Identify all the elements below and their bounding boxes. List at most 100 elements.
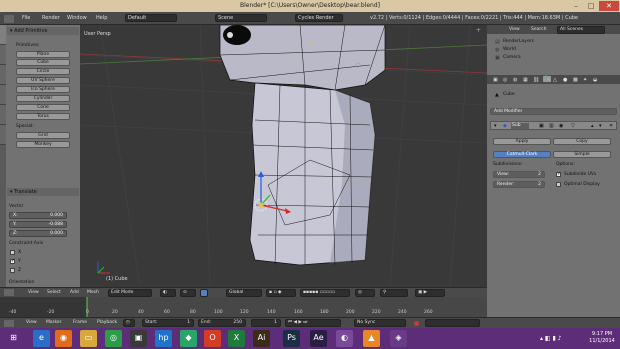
- move-up-icon[interactable]: ▴: [591, 123, 594, 129]
- view3d-menu-view[interactable]: View: [28, 290, 39, 295]
- system-clock[interactable]: 9:17 PM 11/1/2014: [587, 331, 617, 345]
- add-ico-sphere-button[interactable]: Ico Sphere: [16, 86, 70, 93]
- preview-range-toggle[interactable]: ◷: [123, 319, 135, 327]
- shading-select[interactable]: ◐: [160, 289, 176, 297]
- hp-icon[interactable]: hp: [155, 330, 172, 347]
- tab-physics[interactable]: [0, 105, 6, 125]
- add-circle-button[interactable]: Circle: [16, 68, 70, 75]
- constraint-y-checkbox[interactable]: ✓: [10, 258, 15, 264]
- texture-tab-icon[interactable]: ▩: [573, 77, 578, 83]
- modifier-expand-icon[interactable]: ▾: [494, 123, 497, 129]
- maximize-button[interactable]: □: [584, 1, 598, 11]
- start-icon[interactable]: ⊞: [5, 330, 22, 347]
- add-uv-sphere-button[interactable]: UV Sphere: [16, 77, 70, 84]
- outliner-item-world[interactable]: World: [503, 47, 516, 52]
- add-torus-button[interactable]: Torus: [16, 113, 70, 120]
- tray-icons[interactable]: ▴ ◧ ▮ ♪: [540, 335, 562, 342]
- illustrator-icon[interactable]: Ai: [253, 330, 270, 347]
- add-monkey-button[interactable]: Monkey: [16, 141, 70, 148]
- 3d-viewport[interactable]: User Persp (1) Cube +: [80, 25, 487, 287]
- constraints-tab-icon[interactable]: ⛓: [533, 77, 539, 83]
- outliner-scene-select[interactable]: All Scenes: [557, 26, 605, 34]
- object-tab-icon[interactable]: ▦: [523, 77, 528, 83]
- add-modifier-select[interactable]: Add Modifier: [490, 108, 617, 115]
- photoshop-icon[interactable]: Ps: [283, 330, 300, 347]
- vector-z-field[interactable]: Z: 0.000: [9, 230, 67, 237]
- simple-button[interactable]: Simple: [553, 151, 611, 158]
- timeline-menu-playback[interactable]: Playback: [97, 320, 117, 325]
- translate-header[interactable]: ▾ Translate: [7, 188, 79, 196]
- record-icon[interactable]: [414, 321, 419, 326]
- add-cube-button[interactable]: Cube: [16, 59, 70, 66]
- outliner-menu-search[interactable]: Search: [531, 27, 546, 32]
- manipulator-toggle[interactable]: [200, 289, 208, 297]
- layer-buttons[interactable]: ▪▪▪▪▪ ▫▫▫▫▫: [300, 289, 350, 297]
- keying-set-select[interactable]: [425, 319, 480, 327]
- catmull-clark-button[interactable]: Catmull-Clark: [493, 151, 551, 158]
- add-cylinder-button[interactable]: Cylinder: [16, 95, 70, 102]
- pivot-select[interactable]: ⊙: [180, 289, 196, 297]
- vector-x-field[interactable]: X: 0.000: [9, 212, 67, 219]
- orientation-select[interactable]: Global: [226, 289, 262, 297]
- tab-animation[interactable]: [0, 85, 6, 105]
- sync-select[interactable]: No Sync: [354, 319, 406, 327]
- blender-icon[interactable]: ◐: [336, 330, 353, 347]
- view-levels-field[interactable]: View: 2: [493, 171, 545, 178]
- editmode-toggle-icon[interactable]: ▣: [539, 123, 544, 129]
- menu-file[interactable]: File: [22, 15, 30, 21]
- timeline[interactable]: -40 -20 0 20 40 60 80 100 120 140 160 18…: [0, 297, 487, 317]
- add-grid-button[interactable]: Grid: [16, 132, 70, 139]
- constraint-z-checkbox[interactable]: [10, 268, 15, 273]
- move-down-icon[interactable]: ▾: [599, 123, 602, 129]
- outliner-item-renderlayers[interactable]: RenderLayers: [503, 39, 534, 44]
- remove-modifier-icon[interactable]: ✕: [609, 123, 613, 129]
- add-primitive-header[interactable]: ▾ Add Primitive: [7, 27, 79, 35]
- scene-select[interactable]: Scene: [215, 14, 267, 22]
- modifiers-tab-icon[interactable]: 🔧: [543, 76, 552, 82]
- particles-tab-icon[interactable]: ✦: [583, 77, 587, 83]
- copy-button[interactable]: Copy: [553, 138, 611, 145]
- timeline-menu-frame[interactable]: Frame: [73, 320, 87, 325]
- timeline-menu-view[interactable]: View: [26, 320, 37, 325]
- cage-toggle-icon[interactable]: ▽: [571, 123, 575, 129]
- view3d-menu-select[interactable]: Select: [47, 290, 61, 295]
- explorer-icon[interactable]: ▭: [80, 330, 97, 347]
- tab-grease-pencil[interactable]: [0, 125, 6, 145]
- add-plane-button[interactable]: Plane: [16, 51, 70, 58]
- render-toggle-icon[interactable]: ◉: [559, 123, 563, 129]
- playback-controls[interactable]: ⏮ ◀ ▶ ⏭: [285, 319, 341, 327]
- tab-tools[interactable]: [0, 45, 6, 65]
- opengl-render-buttons[interactable]: ▣ ▶: [415, 289, 445, 297]
- start-frame-field[interactable]: Start: 1: [142, 319, 194, 327]
- view3d-menu-mesh[interactable]: Mesh: [87, 290, 99, 295]
- layout-select[interactable]: Default: [125, 14, 177, 22]
- current-frame-field[interactable]: 1: [251, 319, 281, 327]
- render-tab-icon[interactable]: ▣: [493, 77, 498, 83]
- view3d-menu-add[interactable]: Add: [70, 290, 79, 295]
- viewport-toggle-icon[interactable]: ▥: [549, 123, 554, 129]
- add-cone-button[interactable]: Cone: [16, 104, 70, 111]
- scene-tab-icon[interactable]: ◎: [503, 77, 507, 83]
- media-icon[interactable]: ▣: [130, 330, 147, 347]
- outliner-menu-view[interactable]: View: [509, 27, 520, 32]
- snap-select[interactable]: ⚲: [380, 289, 408, 297]
- apply-button[interactable]: Apply: [493, 138, 551, 145]
- firefox-icon[interactable]: ◉: [55, 330, 72, 347]
- menu-render[interactable]: Render: [42, 15, 60, 21]
- minimize-button[interactable]: –: [569, 1, 583, 11]
- ie-icon[interactable]: e: [33, 330, 50, 347]
- material-tab-icon[interactable]: ●: [563, 77, 567, 83]
- physics-tab-icon[interactable]: ◒: [593, 77, 597, 83]
- viewport-expand-icon[interactable]: +: [476, 27, 481, 34]
- render-engine-select[interactable]: Cycles Render: [295, 14, 343, 22]
- vector-y-field[interactable]: Y: -0.088: [9, 221, 67, 228]
- mode-select[interactable]: Edit Mode: [108, 289, 152, 297]
- timeline-menu-marker[interactable]: Marker: [46, 320, 62, 325]
- store-icon[interactable]: ◆: [180, 330, 197, 347]
- menu-window[interactable]: Window: [67, 15, 87, 21]
- select-mode-buttons[interactable]: ▪ ▫ ◆: [266, 289, 296, 297]
- menu-help[interactable]: Help: [96, 15, 107, 21]
- chrome-icon[interactable]: ◎: [105, 330, 122, 347]
- optimal-display-checkbox[interactable]: [556, 182, 561, 187]
- tab-create[interactable]: [0, 25, 6, 45]
